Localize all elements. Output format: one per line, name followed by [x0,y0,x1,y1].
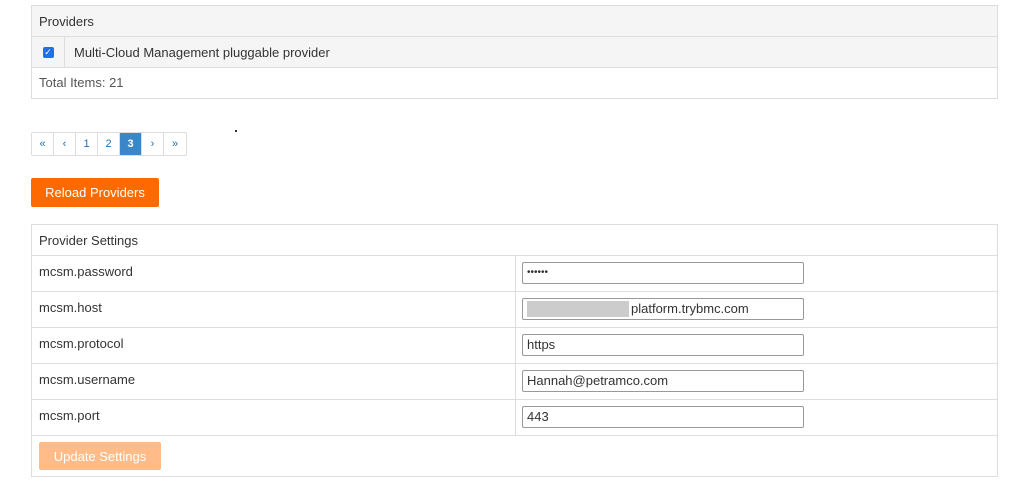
setting-row-username: mcsm.username Hannah@petramco.com [32,364,997,400]
port-field[interactable]: 443 [522,406,804,428]
provider-checkbox[interactable]: ✓ [42,46,54,58]
provider-checkbox-cell[interactable]: ✓ [32,37,65,67]
page-next-button[interactable]: › [142,133,164,155]
provider-settings-heading: Provider Settings [32,225,997,256]
setting-row-port: mcsm.port 443 [32,400,997,436]
username-field[interactable]: Hannah@petramco.com [522,370,804,392]
host-field[interactable]: platform.trybmc.com [522,298,804,320]
provider-row[interactable]: ✓ Multi-Cloud Management pluggable provi… [32,37,997,68]
setting-label-protocol: mcsm.protocol [32,328,516,363]
reload-providers-button[interactable]: Reload Providers [31,178,159,207]
pagination: « ‹ 1 2 3 › » [31,132,187,156]
provider-name: Multi-Cloud Management pluggable provide… [74,44,330,60]
redacted-block [527,301,629,317]
providers-heading: Providers [32,6,997,37]
protocol-value: https [527,337,556,352]
protocol-field[interactable]: https [522,334,804,356]
page-first-button[interactable]: « [32,133,54,155]
setting-label-username: mcsm.username [32,364,516,399]
stray-dot [235,130,237,132]
total-items: Total Items: 21 [39,75,124,90]
username-value: Hannah@petramco.com [527,373,669,388]
port-value: 443 [527,409,549,424]
providers-panel: Providers ✓ Multi-Cloud Management plugg… [31,5,998,99]
password-field[interactable]: •••••• [522,262,804,284]
page-3-button[interactable]: 3 [120,133,142,155]
page-2-button[interactable]: 2 [98,133,120,155]
setting-label-host: mcsm.host [32,292,516,327]
setting-label-port: mcsm.port [32,400,516,435]
page-last-button[interactable]: » [164,133,186,155]
page-1-button[interactable]: 1 [76,133,98,155]
provider-settings-panel: Provider Settings mcsm.password •••••• m… [31,224,998,477]
setting-row-protocol: mcsm.protocol https [32,328,997,364]
update-settings-button[interactable]: Update Settings [39,442,161,470]
password-value: •••••• [527,267,549,278]
page-prev-button[interactable]: ‹ [54,133,76,155]
host-value: platform.trybmc.com [631,301,749,316]
setting-row-host: mcsm.host platform.trybmc.com [32,292,997,328]
setting-label-password: mcsm.password [32,256,516,291]
setting-row-password: mcsm.password •••••• [32,256,997,292]
